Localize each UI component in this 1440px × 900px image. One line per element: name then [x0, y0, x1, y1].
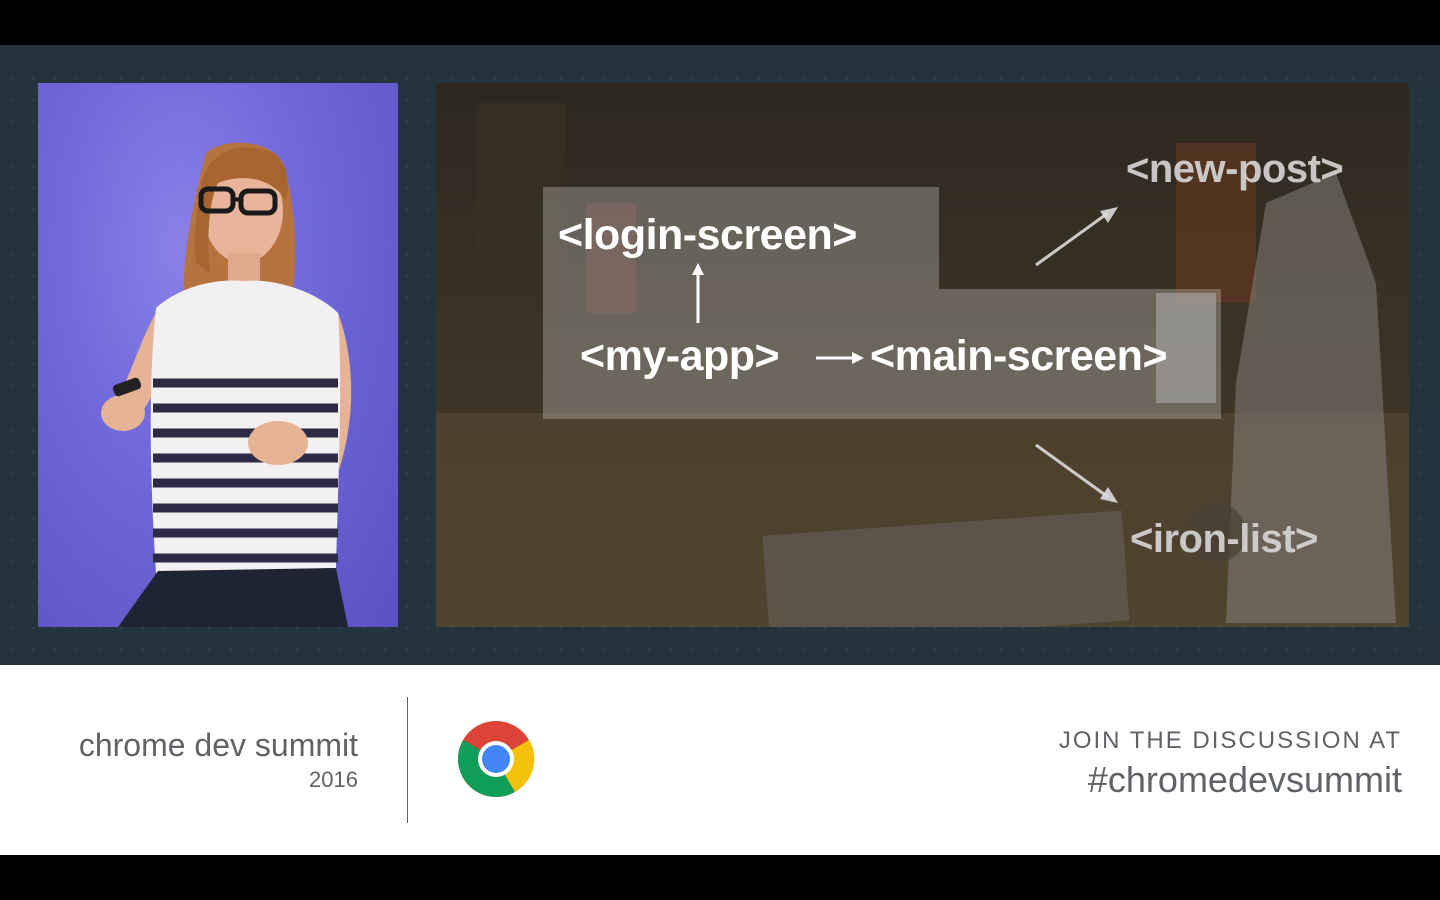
join-discussion-text: JOIN THE DISCUSSION AT — [1058, 727, 1402, 754]
iron-list-label: <iron-list> — [1130, 517, 1318, 561]
chrome-logo-icon — [458, 721, 535, 797]
event-footer: chrome dev summit 2016 JOIN THE DISCUSSI… — [0, 665, 1440, 855]
login-screen-label: <login-screen> — [558, 211, 857, 259]
new-post-label: <new-post> — [1126, 147, 1344, 191]
my-app-label: <my-app> — [580, 332, 780, 380]
slide-panel: <login-screen> <my-app> <main-screen> <n… — [436, 83, 1409, 627]
speaker-figure — [101, 142, 352, 627]
presentation-stage: <login-screen> <my-app> <main-screen> <n… — [0, 45, 1440, 665]
event-brand-name: chrome dev summit — [78, 727, 358, 763]
event-hashtag: #chromedevsummit — [1087, 759, 1402, 800]
letterbox-bottom — [0, 855, 1440, 900]
event-year: 2016 — [309, 767, 358, 792]
main-screen-label: <main-screen> — [870, 332, 1168, 380]
speaker-video-panel — [38, 83, 398, 627]
footer-divider — [407, 697, 408, 823]
letterbox-top — [0, 0, 1440, 45]
